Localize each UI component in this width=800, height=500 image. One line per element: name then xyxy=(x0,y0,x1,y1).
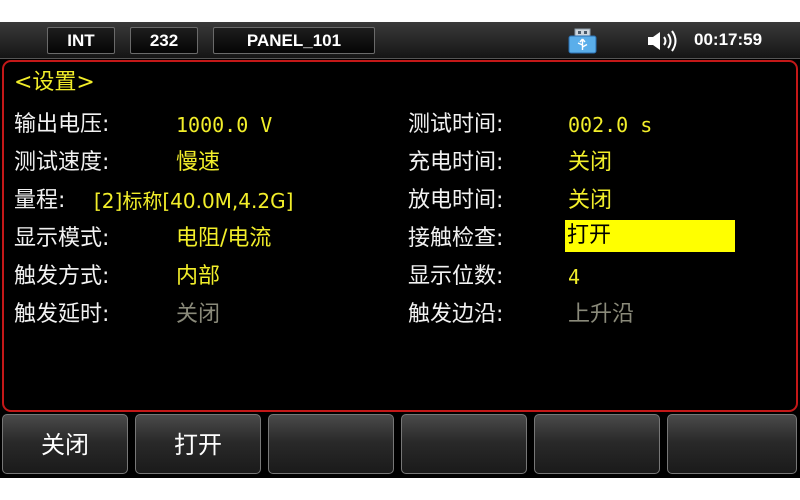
clock: 00:17:59 xyxy=(694,30,763,49)
softkey-6[interactable] xyxy=(667,414,797,474)
label-range: 量程: xyxy=(14,188,66,213)
label-contact-check: 接触检查: xyxy=(408,226,504,251)
status-bar: INT 232 PANEL_101 00:17:59 xyxy=(0,22,800,59)
label-display-digits: 显示位数: xyxy=(408,264,504,289)
label-test-speed: 测试速度: xyxy=(14,150,110,175)
speaker-volume-icon[interactable] xyxy=(645,29,689,53)
status-tab-int[interactable]: INT xyxy=(47,27,115,54)
softkey-5[interactable] xyxy=(534,414,660,474)
status-tab-232[interactable]: 232 xyxy=(130,27,198,54)
softkey-3[interactable] xyxy=(268,414,394,474)
value-trigger-mode[interactable]: 内部 xyxy=(176,262,220,292)
label-test-time: 测试时间: xyxy=(408,112,504,137)
label-output-voltage: 输出电压: xyxy=(14,112,110,137)
softkey-4[interactable] xyxy=(401,414,527,474)
softkey-1-off[interactable]: 关闭 xyxy=(2,414,128,474)
label-trigger-mode: 触发方式: xyxy=(14,264,110,289)
value-contact-check-selected[interactable]: 打开 xyxy=(565,220,735,252)
softkey-2-on[interactable]: 打开 xyxy=(135,414,261,474)
value-discharge-time[interactable]: 关闭 xyxy=(568,186,612,216)
value-charge-time[interactable]: 关闭 xyxy=(568,148,612,178)
usb-icon xyxy=(568,28,597,54)
label-trigger-edge: 触发边沿: xyxy=(408,302,504,327)
page-title: <设置> xyxy=(14,70,95,95)
value-test-time[interactable]: 002.0 s xyxy=(568,110,652,140)
softkey-bar: 关闭 打开 xyxy=(0,414,800,476)
status-tab-panel[interactable]: PANEL_101 xyxy=(213,27,375,54)
label-discharge-time: 放电时间: xyxy=(408,188,504,213)
value-trigger-delay: 关闭 xyxy=(176,302,221,327)
value-output-voltage[interactable]: 1000.0 V xyxy=(176,110,272,140)
label-display-mode: 显示模式: xyxy=(14,226,110,251)
value-trigger-edge: 上升沿 xyxy=(568,302,635,327)
value-range[interactable]: [2]标称[40.0M,4.2G] xyxy=(94,186,293,216)
settings-panel: <设置> 输出电压: 1000.0 V 测试速度: 慢速 量程: [2]标称[4… xyxy=(2,60,798,412)
instrument-screen: INT 232 PANEL_101 00:17:59 <设置> 输出电压: 10… xyxy=(0,22,800,478)
label-charge-time: 充电时间: xyxy=(408,150,504,175)
value-test-speed[interactable]: 慢速 xyxy=(176,148,220,178)
label-trigger-delay: 触发延时: xyxy=(14,302,110,327)
value-display-digits[interactable]: 4 xyxy=(568,262,580,292)
value-display-mode[interactable]: 电阻/电流 xyxy=(176,224,271,254)
